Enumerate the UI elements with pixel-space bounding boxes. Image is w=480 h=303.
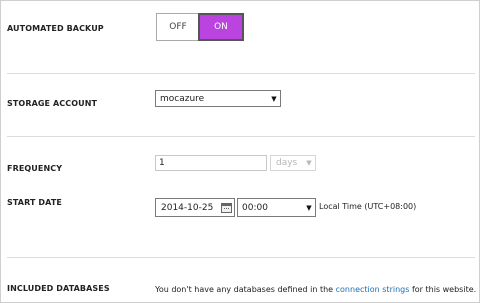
message-suffix: for this website. — [411, 285, 477, 294]
included-databases-label: INCLUDED DATABASES — [7, 284, 110, 293]
start-date-input[interactable]: 2014-10-25 — [155, 198, 235, 217]
dropdown-arrow-icon: ▼ — [306, 159, 312, 167]
start-date-value: 2014-10-25 — [161, 202, 214, 213]
storage-account-value: mocazure — [160, 93, 205, 104]
calendar-icon[interactable] — [221, 203, 232, 213]
dropdown-arrow-icon: ▼ — [306, 203, 312, 212]
start-time-value: 00:00 — [242, 202, 268, 213]
frequency-input[interactable]: 1 — [155, 155, 267, 171]
message-prefix: You don't have any databases defined in … — [155, 285, 334, 294]
separator — [7, 257, 475, 258]
included-databases-message: You don't have any databases defined in … — [155, 285, 476, 294]
frequency-unit-value: days — [276, 158, 298, 168]
dropdown-arrow-icon: ▼ — [271, 94, 277, 103]
storage-account-label: STORAGE ACCOUNT — [7, 99, 98, 108]
toggle-off-button[interactable]: OFF — [157, 14, 199, 40]
automated-backup-toggle[interactable]: OFF ON — [156, 13, 244, 41]
start-date-label: START DATE — [7, 198, 62, 207]
connection-strings-link[interactable]: connection strings — [336, 285, 410, 294]
storage-account-select[interactable]: mocazure ▼ — [155, 90, 281, 107]
frequency-label: FREQUENCY — [7, 164, 63, 173]
timezone-label: Local Time (UTC+08:00) — [319, 202, 417, 211]
start-time-select[interactable]: 00:00 ▼ — [237, 198, 316, 217]
separator — [7, 73, 475, 74]
frequency-unit-select: days ▼ — [270, 155, 316, 171]
backup-settings-panel: AUTOMATED BACKUP OFF ON STORAGE ACCOUNT … — [0, 0, 480, 303]
toggle-on-button[interactable]: ON — [198, 13, 244, 41]
automated-backup-label: AUTOMATED BACKUP — [7, 24, 104, 33]
separator — [7, 136, 475, 137]
